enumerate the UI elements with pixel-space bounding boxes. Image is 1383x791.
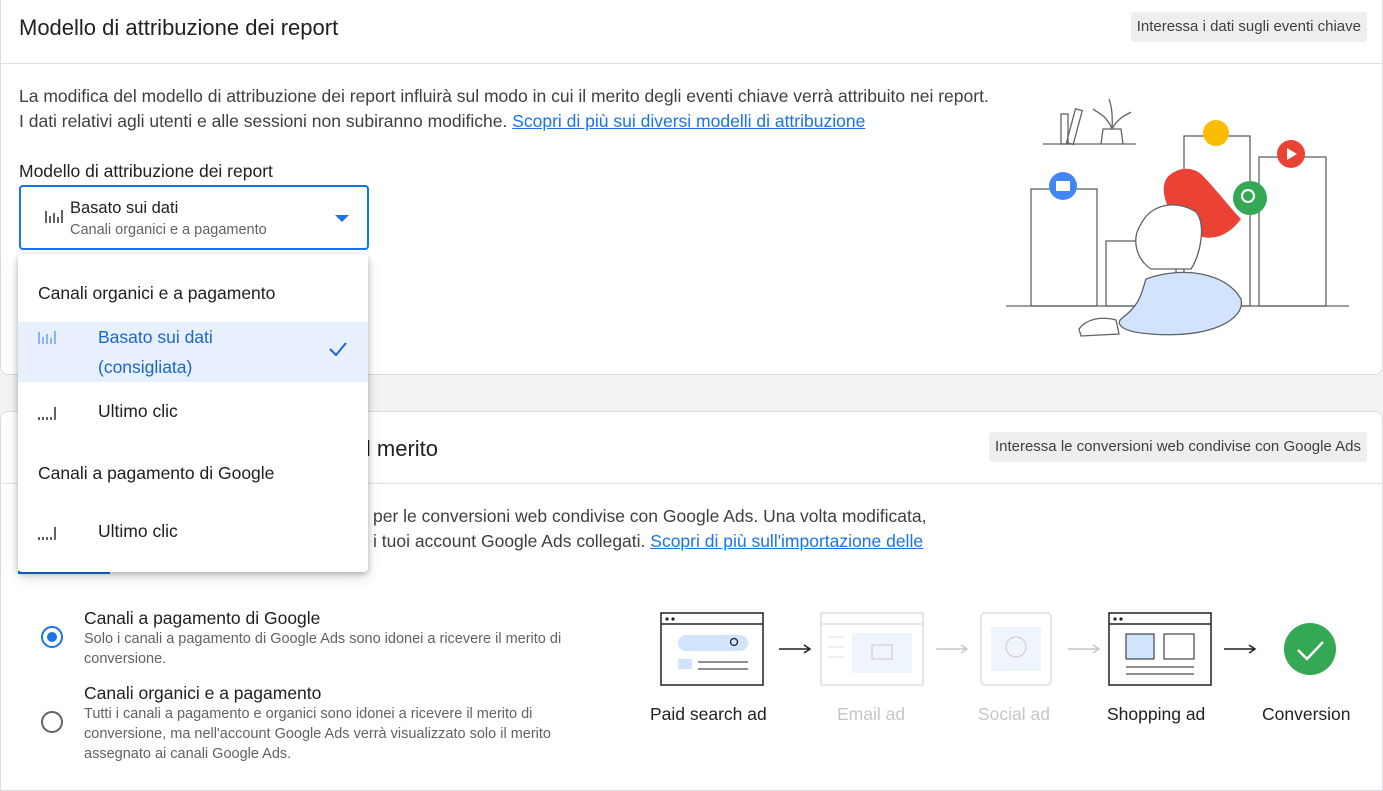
radio1-description: Solo i canali a pagamento di Google Ads … (84, 631, 562, 667)
last-click-icon (38, 526, 56, 545)
option-label: Ultimo clic (98, 521, 178, 541)
google-ads-conversions-chip: Interessa le conversioni web condivise c… (988, 432, 1367, 462)
section2-description: per le conversioni web condivise con Goo… (373, 506, 927, 551)
radio-organic-paid-channels[interactable] (41, 711, 63, 733)
shopping-window-icon (1108, 612, 1212, 686)
bar-chart-icon (38, 330, 56, 349)
menu-group-organic-paid: Canali organici e a pagamento (38, 283, 276, 303)
section-title: Modello di attribuzione dei report (19, 15, 339, 40)
attribution-model-label: Modello di attribuzione dei report (19, 161, 273, 181)
option-label: Basato sui dati (98, 327, 213, 347)
section-description: La modifica del modello di attribuzione … (19, 86, 989, 131)
dropdown-arrow-icon (335, 215, 349, 222)
option-label: Ultimo clic (98, 401, 178, 421)
arrow-icon (779, 644, 812, 654)
option-recommended: (consigliata) (98, 357, 193, 377)
email-window-icon (820, 612, 924, 686)
flow-label-shopping: Shopping ad (1107, 704, 1206, 724)
flow-label-conversion: Conversion (1262, 704, 1351, 724)
flow-label-paid-search: Paid search ad (650, 704, 767, 724)
attribution-illustration (1006, 98, 1349, 337)
select-subvalue: Canali organici e a pagamento (70, 222, 267, 238)
key-events-chip: Interessa i dati sugli eventi chiave (1130, 12, 1367, 42)
radio1-title: Canali a pagamento di Google (84, 608, 321, 628)
menu-option-last-click-2[interactable]: Ultimo clic (18, 514, 368, 548)
last-click-icon (38, 406, 56, 425)
menu-option-last-click-1[interactable]: Ultimo clic (18, 394, 368, 428)
radio2-title: Canali organici e a pagamento (84, 683, 322, 703)
paid-search-window-icon (660, 612, 764, 686)
flow-label-email: Email ad (837, 704, 906, 724)
learn-more-import-link[interactable]: Scopri di più sull'importazione delle (650, 531, 923, 551)
radio-google-paid-channels[interactable] (41, 626, 63, 648)
attribution-model-menu: Canali organici e a pagamento Basato sui… (18, 254, 368, 572)
menu-option-data-driven[interactable]: Basato sui dati (consigliata) (18, 322, 368, 382)
social-window-icon (980, 612, 1052, 686)
learn-more-models-link[interactable]: Scopri di più sui diversi modelli di att… (512, 111, 865, 131)
radio2-description: Tutti i canali a pagamento e organici so… (84, 706, 551, 762)
checkmark-circle-icon (1284, 623, 1336, 675)
header-divider (1, 63, 1382, 64)
bar-chart-icon (45, 209, 63, 228)
menu-group-google-paid: Canali a pagamento di Google (38, 463, 275, 483)
section2-title: il merito (361, 436, 439, 461)
conversion-flow-diagram (660, 612, 1336, 686)
attribution-model-select[interactable]: Basato sui dati Canali organici e a paga… (19, 185, 369, 250)
select-value: Basato sui dati (70, 199, 179, 217)
check-icon (328, 341, 348, 362)
flow-label-social: Social ad (978, 704, 1050, 724)
